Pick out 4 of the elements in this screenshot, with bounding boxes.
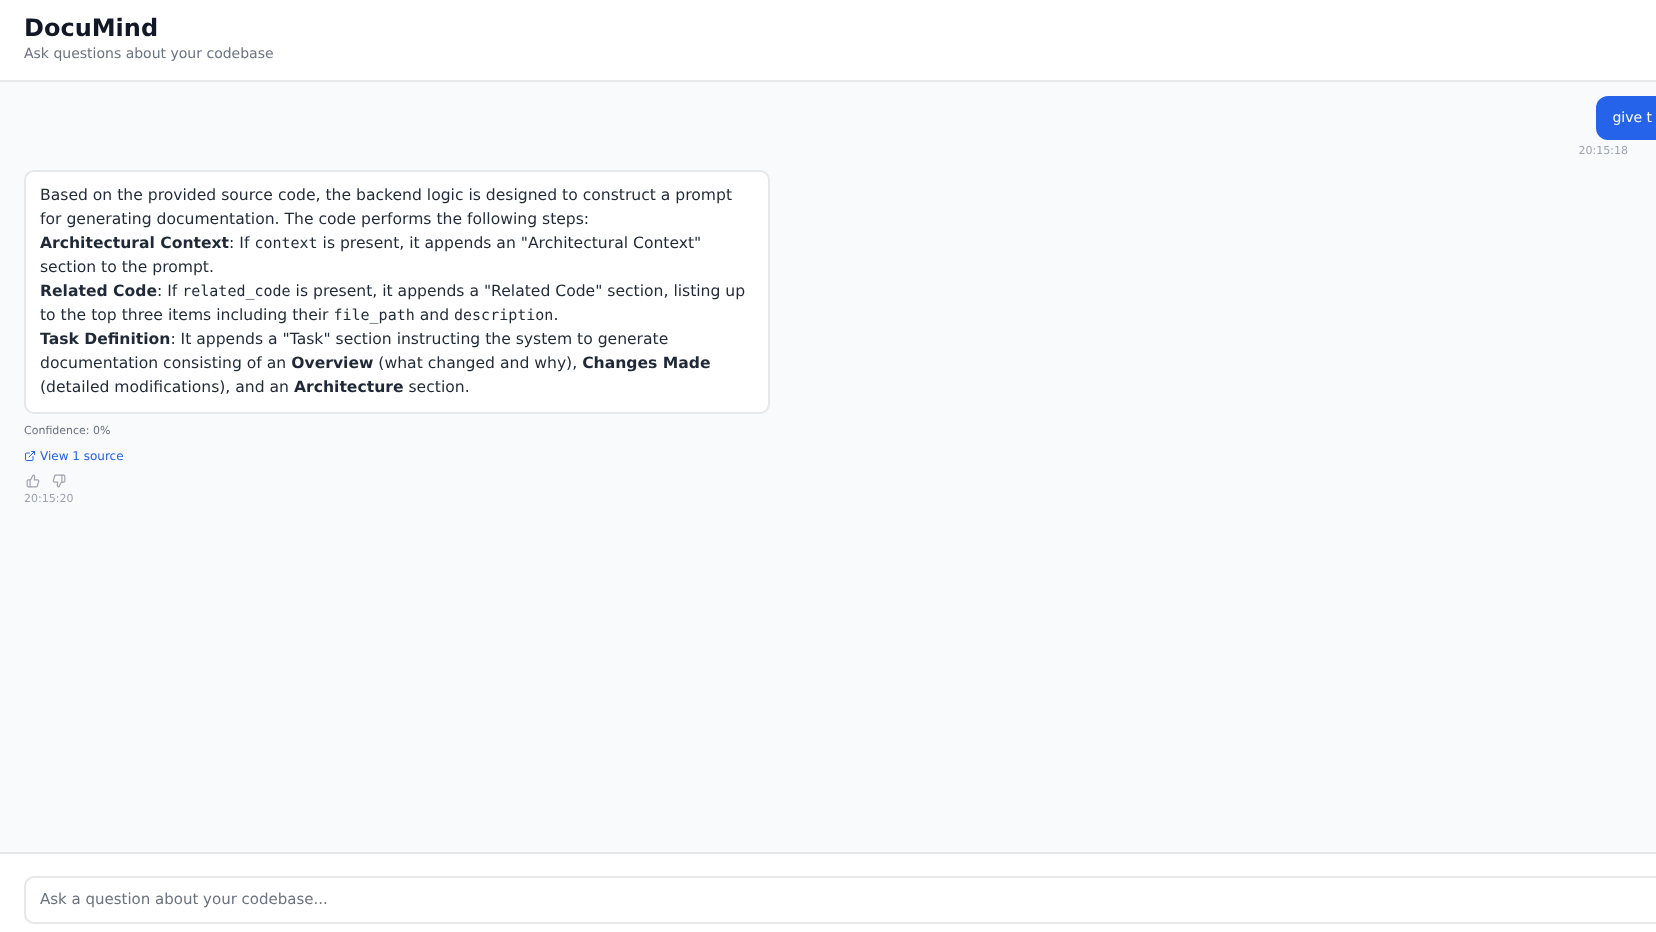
- external-link-icon: [24, 450, 36, 462]
- app-title: DocuMind: [24, 14, 159, 44]
- thumbs-down-icon[interactable]: [52, 473, 66, 487]
- thumbs-up-icon[interactable]: [26, 473, 40, 487]
